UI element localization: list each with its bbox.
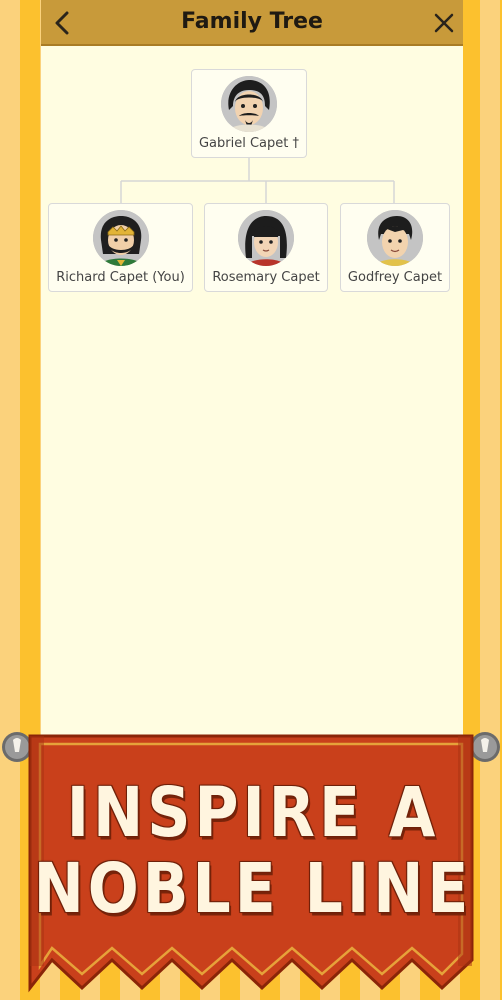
family-member-card-richard[interactable]: Richard Capet (You)	[48, 203, 193, 292]
page-title: Family Tree	[181, 9, 323, 34]
member-name: Richard Capet (You)	[56, 270, 185, 285]
close-button[interactable]	[429, 8, 459, 38]
member-name: Gabriel Capet †	[198, 136, 299, 151]
member-name: Rosemary Capet	[212, 270, 320, 285]
avatar-richard	[92, 210, 149, 266]
header-bar: Family Tree	[41, 0, 463, 46]
family-member-card-godfrey[interactable]: Godfrey Capet	[340, 203, 450, 292]
promo-banner: INSPIRE A NOBLE LINE	[0, 726, 502, 1000]
avatar-rosemary	[238, 210, 294, 266]
family-member-card-gabriel[interactable]: Gabriel Capet †	[191, 69, 307, 158]
family-member-card-rosemary[interactable]: Rosemary Capet	[204, 203, 328, 292]
banner-line-2: NOBLE LINE	[33, 848, 473, 930]
member-name: Godfrey Capet	[347, 270, 443, 285]
banner-line-1: INSPIRE A	[66, 772, 440, 854]
avatar-gabriel	[221, 76, 277, 132]
avatar-godfrey	[367, 210, 423, 266]
close-icon	[434, 13, 454, 33]
